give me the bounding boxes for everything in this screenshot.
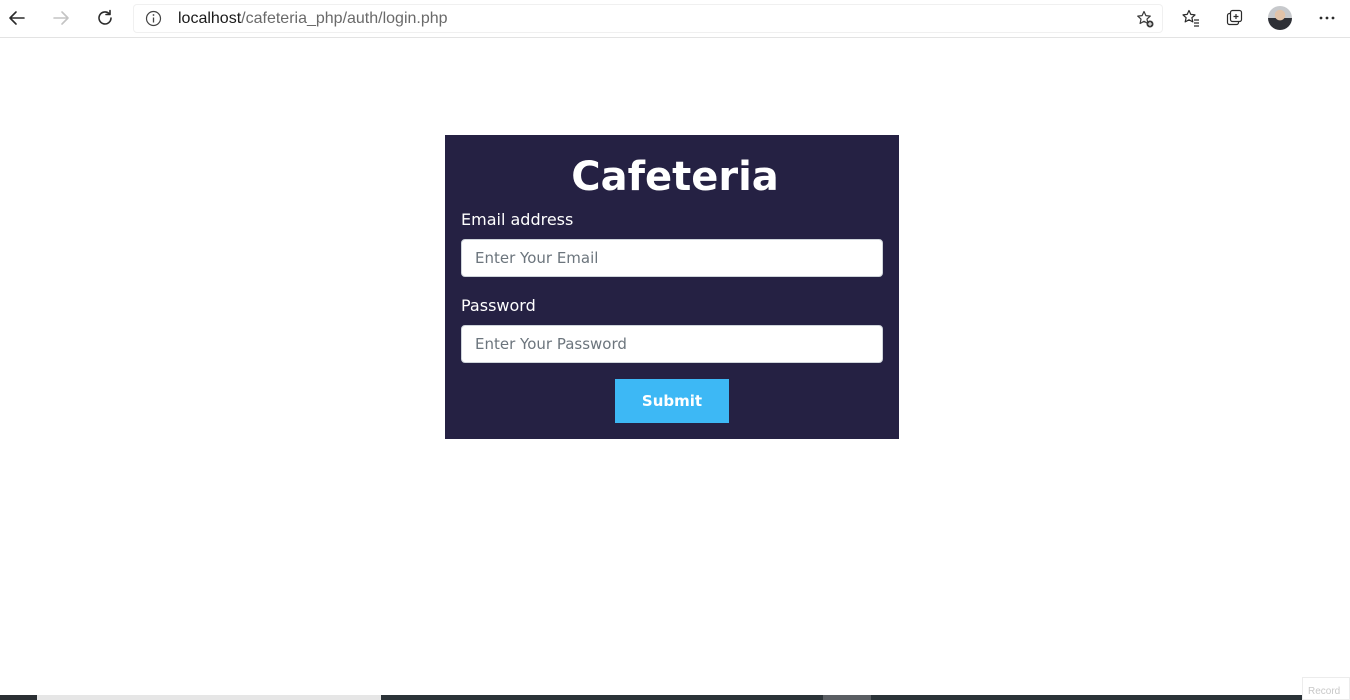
add-favorite-star-icon[interactable]: [1135, 9, 1155, 34]
email-field[interactable]: [461, 239, 883, 277]
browser-toolbar: localhost/cafeteria_php/auth/login.php: [0, 0, 1350, 38]
more-menu-icon: [1317, 8, 1337, 28]
url-text[interactable]: localhost/cafeteria_php/auth/login.php: [178, 9, 448, 28]
back-arrow-icon: [7, 8, 27, 28]
favorites-button[interactable]: [1176, 4, 1206, 32]
login-title: Cafeteria: [571, 154, 779, 200]
bottom-strip: [0, 695, 1350, 700]
reload-icon: [95, 8, 115, 28]
collections-button[interactable]: [1220, 4, 1250, 32]
email-label: Email address: [461, 210, 574, 229]
password-label: Password: [461, 296, 536, 315]
password-field[interactable]: [461, 325, 883, 363]
favorites-icon: [1181, 8, 1201, 28]
back-button[interactable]: [2, 4, 32, 32]
url-host: localhost: [178, 10, 242, 27]
url-path: /cafeteria_php/auth/login.php: [241, 10, 448, 27]
forward-button[interactable]: [46, 4, 76, 32]
address-bar[interactable]: localhost/cafeteria_php/auth/login.php: [133, 4, 1163, 33]
record-badge[interactable]: Record: [1302, 677, 1350, 700]
collections-icon: [1225, 8, 1245, 28]
reload-button[interactable]: [90, 4, 120, 32]
info-icon[interactable]: [145, 10, 162, 32]
submit-button[interactable]: Submit: [615, 379, 729, 423]
more-menu-button[interactable]: [1312, 4, 1342, 32]
avatar[interactable]: [1268, 6, 1292, 30]
forward-arrow-icon: [51, 8, 71, 28]
